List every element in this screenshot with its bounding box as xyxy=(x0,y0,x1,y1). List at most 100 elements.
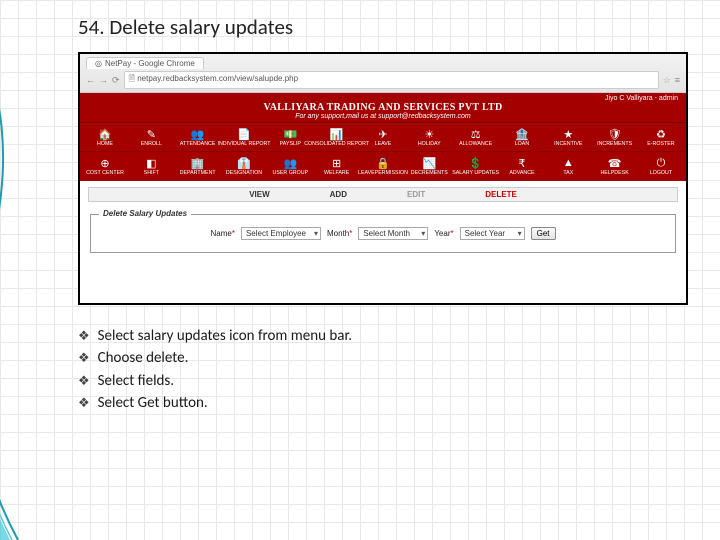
diamond-icon: ❖ xyxy=(78,327,90,347)
bullet-item: ❖ Select salary updates icon from menu ba… xyxy=(78,325,690,348)
menu-item-individual-report[interactable]: 📄INDIVIDUAL REPORT xyxy=(223,126,265,148)
shift-icon: ◧ xyxy=(143,156,159,170)
department-icon: 🏢 xyxy=(190,156,206,170)
bullet-text: Select fields. xyxy=(98,370,174,393)
bullet-text: Select salary updates icon from menu bar… xyxy=(98,325,352,348)
menu-item-e-roster[interactable]: ♻E-ROSTER xyxy=(640,126,682,148)
menu-item-salary-updates[interactable]: 💲SALARY UPDATES xyxy=(455,155,497,177)
browser-chrome: ◎ NetPay - Google Chrome ← → ⟳ 🗎 netpay.… xyxy=(80,54,686,93)
menu-item-enroll[interactable]: ✎ENROLL xyxy=(130,126,172,148)
menu-label: WELFARE xyxy=(324,171,349,176)
user-group-icon: 👥 xyxy=(282,156,298,170)
menu-label: INCREMENTS xyxy=(597,142,632,147)
employee-select[interactable]: Select Employee xyxy=(241,227,321,240)
menu-label: HOLIDAY xyxy=(418,142,441,147)
form-legend: Delete Salary Updates xyxy=(99,209,191,218)
month-select[interactable]: Select Month xyxy=(358,227,428,240)
slide-title: 54. Delete salary updates xyxy=(78,14,690,40)
menu-label: DECREMENTS xyxy=(411,171,448,176)
loan-icon: 🏦 xyxy=(514,127,530,141)
menu-label: ATTENDANCE xyxy=(180,142,216,147)
menu-item-user-group[interactable]: 👥USER GROUP xyxy=(269,155,311,177)
diamond-icon: ❖ xyxy=(78,394,90,414)
cost-center-icon: ⊕ xyxy=(97,156,113,170)
menu-label: ALLOWANCE xyxy=(459,142,492,147)
back-icon[interactable]: ← xyxy=(86,75,95,85)
menu-item-increments[interactable]: 🛡INCREMENTS xyxy=(594,126,636,148)
e-roster-icon: ♻ xyxy=(653,127,669,141)
support-text: For any support,mail us at support@redba… xyxy=(86,113,680,120)
menu-item-tax[interactable]: ▲TAX xyxy=(547,155,589,177)
bullet-list: ❖ Select salary updates icon from menu ba… xyxy=(78,325,690,415)
main-menu-row2: ⊕COST CENTER◧SHIFT🏢DEPARTMENT👔DESIGNATIO… xyxy=(80,151,686,180)
menu-item-designation[interactable]: 👔DESIGNATION xyxy=(223,155,265,177)
bullet-item: ❖Choose delete. xyxy=(78,347,690,370)
menu-label: ADVANCE xyxy=(509,171,534,176)
bullet-text: Select Get button. xyxy=(98,392,208,415)
menu-label: DEPARTMENT xyxy=(180,171,216,176)
menu-item-consolidated-report[interactable]: 📊CONSOLIDATED REPORT xyxy=(316,126,358,148)
menu-item-holiday[interactable]: ☀HOLIDAY xyxy=(408,126,450,148)
helpdesk-icon: ☎ xyxy=(607,156,623,170)
menu-label: CONSOLIDATED REPORT xyxy=(304,142,369,147)
year-select[interactable]: Select Year xyxy=(460,227,525,240)
bookmark-icon[interactable]: ☆ xyxy=(663,75,671,86)
user-info: Jiyo C Valliyara - admin xyxy=(86,95,680,102)
menu-item-incentive[interactable]: ★INCENTIVE xyxy=(547,126,589,148)
menu-label: DESIGNATION xyxy=(226,171,262,176)
menu-label: USER GROUP xyxy=(273,171,309,176)
company-banner: Jiyo C Valliyara - admin VALLIYARA TRADI… xyxy=(80,93,686,123)
menu-label: HOME xyxy=(97,142,113,147)
menu-item-logout[interactable]: ⏻LOGOUT xyxy=(640,155,682,177)
allowance-icon: ⚖ xyxy=(468,127,484,141)
bullet-item: ❖Select fields. xyxy=(78,370,690,393)
logout-icon: ⏻ xyxy=(653,156,669,170)
menu-item-advance[interactable]: ₹ADVANCE xyxy=(501,155,543,177)
menu-item-attendance[interactable]: 👥ATTENDANCE xyxy=(177,126,219,148)
page-icon: 🗎 xyxy=(129,74,135,83)
menu-item-allowance[interactable]: ⚖ALLOWANCE xyxy=(455,126,497,148)
menu-item-welfare[interactable]: ⊞WELFARE xyxy=(316,155,358,177)
menu-label: LOAN xyxy=(515,142,529,147)
address-bar[interactable]: 🗎 netpay.redbacksystem.com/view/salupde.… xyxy=(124,71,659,89)
bullet-item: ❖ Select Get button. xyxy=(78,392,690,415)
browser-tab[interactable]: ◎ NetPay - Google Chrome xyxy=(86,57,204,69)
globe-icon: ◎ xyxy=(95,59,102,68)
month-label: Month* xyxy=(327,229,352,238)
menu-item-leavepermission[interactable]: 🔒LEAVEPERMISSION xyxy=(362,155,404,177)
salary-updates-icon: 💲 xyxy=(468,156,484,170)
menu-item-leave[interactable]: ✈LEAVE xyxy=(362,126,404,148)
get-button[interactable]: Get xyxy=(531,227,556,240)
individual-report-icon: 📄 xyxy=(236,127,252,141)
action-delete[interactable]: DELETE xyxy=(485,190,517,199)
action-view[interactable]: VIEW xyxy=(249,190,269,199)
menu-item-helpdesk[interactable]: ☎HELPDESK xyxy=(594,155,636,177)
menu-label: LOGOUT xyxy=(650,171,672,176)
name-label: Name* xyxy=(210,229,234,238)
home-icon: 🏠 xyxy=(97,127,113,141)
menu-item-cost-center[interactable]: ⊕COST CENTER xyxy=(84,155,126,177)
decrements-icon: 📉 xyxy=(421,156,437,170)
menu-label: INDIVIDUAL REPORT xyxy=(218,142,271,147)
menu-label: ENROLL xyxy=(141,142,162,147)
menu-icon[interactable]: ≡ xyxy=(675,75,680,85)
menu-label: TAX xyxy=(563,171,573,176)
menu-item-shift[interactable]: ◧SHIFT xyxy=(130,155,172,177)
menu-item-department[interactable]: 🏢DEPARTMENT xyxy=(177,155,219,177)
menu-label: INCENTIVE xyxy=(554,142,582,147)
action-edit[interactable]: EDIT xyxy=(407,190,425,199)
incentive-icon: ★ xyxy=(560,127,576,141)
menu-label: PAYSLIP xyxy=(280,142,301,147)
action-bar: VIEW ADD EDIT DELETE xyxy=(88,187,678,202)
menu-label: LEAVE xyxy=(375,142,392,147)
menu-item-home[interactable]: 🏠HOME xyxy=(84,126,126,148)
url-text: netpay.redbacksystem.com/view/salupde.ph… xyxy=(137,74,298,83)
tax-icon: ▲ xyxy=(560,156,576,170)
company-name: VALLIYARA TRADING AND SERVICES PVT LTD xyxy=(86,102,680,113)
action-add[interactable]: ADD xyxy=(330,190,347,199)
menu-item-decrements[interactable]: 📉DECREMENTS xyxy=(408,155,450,177)
reload-icon[interactable]: ⟳ xyxy=(112,75,120,86)
menu-item-loan[interactable]: 🏦LOAN xyxy=(501,126,543,148)
year-label: Year* xyxy=(434,229,453,238)
forward-icon[interactable]: → xyxy=(99,75,108,85)
